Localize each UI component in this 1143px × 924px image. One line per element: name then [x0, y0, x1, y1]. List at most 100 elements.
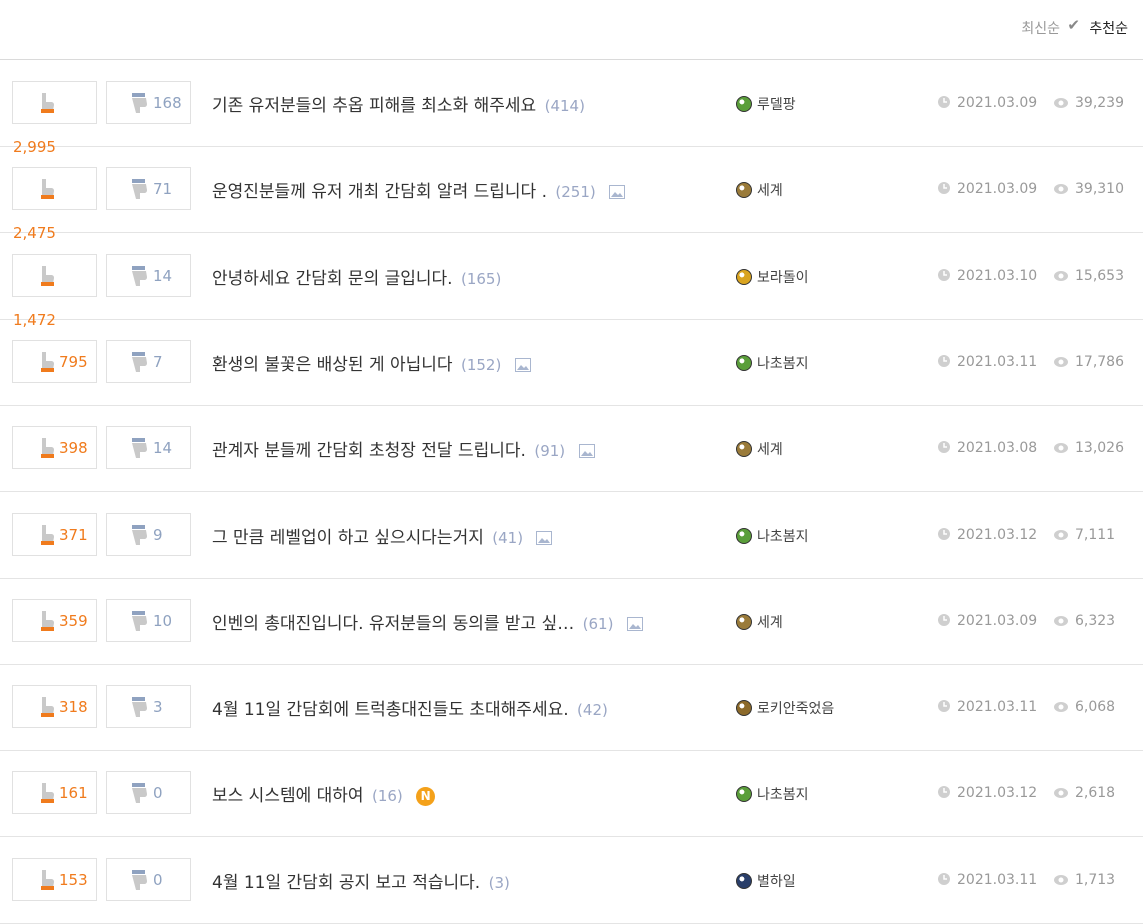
- post-title-link[interactable]: 그 만큼 레벨업이 하고 싶으시다는거지 (41): [212, 523, 553, 548]
- sort-bar: 최신순 ✔ 추천순: [0, 0, 1143, 60]
- thumbs-down-icon: [127, 609, 151, 633]
- post-author[interactable]: 루델팡: [736, 94, 796, 114]
- post-title-link[interactable]: 환생의 불꽃은 배상된 게 아닙니다 (152): [212, 350, 531, 375]
- upvote-button[interactable]: 318: [12, 685, 97, 729]
- downvote-button[interactable]: 168: [106, 81, 191, 124]
- downvote-button[interactable]: 0: [106, 857, 191, 901]
- sort-latest-link[interactable]: 최신순: [1021, 18, 1060, 38]
- comment-count: (61): [582, 614, 614, 633]
- post-row[interactable]: 14 1,472 안녕하세요 간담회 문의 글입니다. (165) 보라돌이 2…: [0, 233, 1143, 329]
- downvote-button[interactable]: 7: [106, 339, 191, 383]
- downvote-button[interactable]: 9: [106, 512, 191, 556]
- post-title-link[interactable]: 기존 유저분들의 추옵 피해를 최소화 해주세요 (414): [212, 91, 585, 116]
- comment-count: (3): [488, 873, 510, 892]
- view-count: 17,786: [1053, 354, 1124, 370]
- date-text: 2021.03.12: [957, 526, 1038, 543]
- view-count: 6,323: [1053, 613, 1115, 629]
- upvote-button[interactable]: 371: [12, 512, 97, 556]
- downvote-button[interactable]: 14: [106, 426, 191, 470]
- downvote-button[interactable]: 71: [106, 167, 191, 211]
- post-row[interactable]: 153 0 4월 11일 간담회 공지 보고 적습니다. (3) 별하일 202…: [0, 837, 1143, 924]
- views-text: 7,111: [1075, 526, 1116, 543]
- post-row[interactable]: 371 9 그 만큼 레벨업이 하고 싶으시다는거지 (41) 나초봄지 202…: [0, 492, 1143, 579]
- comment-count: (16): [371, 787, 403, 806]
- post-author[interactable]: 세계: [736, 180, 783, 200]
- eye-icon: [1053, 354, 1075, 370]
- comment-count: (414): [544, 97, 585, 115]
- post-row[interactable]: 398 14 관계자 분들께 간담회 초청장 전달 드립니다. (91) 세계 …: [0, 405, 1143, 493]
- post-title: 안녕하세요 간담회 문의 글입니다.: [212, 268, 453, 289]
- post-author[interactable]: 나초봄지: [736, 353, 809, 373]
- thumbs-up-icon: [33, 436, 57, 460]
- post-row[interactable]: 168 2,995 기존 유저분들의 추옵 피해를 최소화 해주세요 (414)…: [0, 60, 1143, 156]
- thumbs-down-icon: [127, 350, 151, 374]
- post-title-link[interactable]: 관계자 분들께 간담회 초청장 전달 드립니다. (91): [212, 436, 595, 461]
- post-title: 보스 시스템에 대하여: [212, 786, 364, 807]
- post-title-link[interactable]: 보스 시스템에 대하여 (16) N: [212, 781, 436, 807]
- view-count: 7,111: [1053, 527, 1115, 543]
- downvote-button[interactable]: 3: [106, 685, 191, 729]
- post-author[interactable]: 세계: [736, 612, 783, 632]
- post-author[interactable]: 로키안죽었음: [736, 698, 834, 718]
- downvote-button[interactable]: 14: [106, 253, 191, 297]
- clock-icon: [937, 95, 957, 111]
- post-title-link[interactable]: 인벤의 총대진입니다. 유저분들의 동의를 받고 싶… (61): [212, 609, 643, 634]
- image-attached-icon: [609, 184, 626, 200]
- view-count: 2,618: [1053, 785, 1115, 801]
- eye-icon: [1053, 872, 1075, 888]
- thumbs-down-icon: [127, 91, 151, 115]
- upvote-button[interactable]: 161: [12, 771, 97, 815]
- upvote-button[interactable]: [12, 253, 97, 297]
- downvote-count: 71: [153, 180, 173, 199]
- post-title: 환생의 불꽃은 배상된 게 아닙니다: [212, 354, 453, 375]
- image-attached-icon: [578, 443, 595, 459]
- upvote-button[interactable]: 153: [12, 857, 97, 901]
- upvote-button[interactable]: [12, 81, 97, 124]
- thumbs-down-icon: [127, 868, 151, 892]
- author-name: 루델팡: [757, 97, 796, 113]
- date-text: 2021.03.11: [957, 699, 1038, 716]
- eye-icon: [1053, 268, 1075, 284]
- upvote-count-overflow: 2,475: [13, 224, 56, 243]
- thumbs-up-icon: [33, 177, 57, 201]
- level-badge-icon: [736, 700, 752, 717]
- thumbs-up-icon: [33, 695, 57, 719]
- eye-icon: [1053, 613, 1075, 629]
- clock-icon: [937, 699, 957, 715]
- post-row[interactable]: 318 3 4월 11일 간담회에 트럭총대진들도 초대해주세요. (42) 로…: [0, 664, 1143, 752]
- level-badge-icon: [736, 96, 752, 112]
- post-author[interactable]: 별하일: [736, 871, 796, 891]
- post-author[interactable]: 보라돌이: [736, 267, 809, 287]
- upvote-button[interactable]: [12, 167, 97, 211]
- post-row[interactable]: 359 10 인벤의 총대진입니다. 유저분들의 동의를 받고 싶… (61) …: [0, 578, 1143, 665]
- post-title: 인벤의 총대진입니다. 유저분들의 동의를 받고 싶…: [212, 613, 575, 634]
- post-author[interactable]: 세계: [736, 439, 783, 459]
- upvote-count-overflow: 1,472: [13, 310, 56, 329]
- view-count: 13,026: [1053, 440, 1124, 456]
- downvote-button[interactable]: 0: [106, 771, 191, 815]
- views-text: 13,026: [1075, 440, 1124, 457]
- post-title-link[interactable]: 4월 11일 간담회 공지 보고 적습니다. (3): [212, 868, 510, 893]
- post-author[interactable]: 나초봄지: [736, 784, 809, 804]
- post-row[interactable]: 161 0 보스 시스템에 대하여 (16) N 나초봄지 2021.03.12…: [0, 750, 1143, 838]
- downvote-button[interactable]: 10: [106, 598, 191, 642]
- upvote-button[interactable]: 359: [12, 598, 97, 642]
- post-author[interactable]: 나초봄지: [736, 526, 809, 546]
- post-date: 2021.03.09: [937, 181, 1037, 197]
- post-row[interactable]: 795 7 환생의 불꽃은 배상된 게 아닙니다 (152) 나초봄지 2021…: [0, 319, 1143, 406]
- post-title-link[interactable]: 4월 11일 간담회에 트럭총대진들도 초대해주세요. (42): [212, 695, 608, 720]
- view-count: 39,239: [1053, 95, 1124, 111]
- thumbs-up-icon: [33, 264, 57, 288]
- post-row[interactable]: 71 2,475 운영진분들께 유저 개최 간담회 알려 드립니다 . (251…: [0, 146, 1143, 242]
- post-title: 운영진분들께 유저 개최 간담회 알려 드립니다 .: [212, 182, 547, 203]
- sort-recommended-link[interactable]: 추천순: [1089, 18, 1128, 38]
- post-date: 2021.03.12: [937, 785, 1037, 801]
- thumbs-down-icon: [127, 264, 151, 288]
- views-text: 39,239: [1075, 95, 1124, 111]
- post-title-link[interactable]: 운영진분들께 유저 개최 간담회 알려 드립니다 . (251): [212, 177, 626, 203]
- clock-icon: [937, 785, 957, 801]
- upvote-button[interactable]: 795: [12, 339, 97, 383]
- upvote-button[interactable]: 398: [12, 426, 97, 470]
- post-title-link[interactable]: 안녕하세요 간담회 문의 글입니다. (165): [212, 264, 501, 289]
- author-name: 나초봄지: [757, 787, 809, 804]
